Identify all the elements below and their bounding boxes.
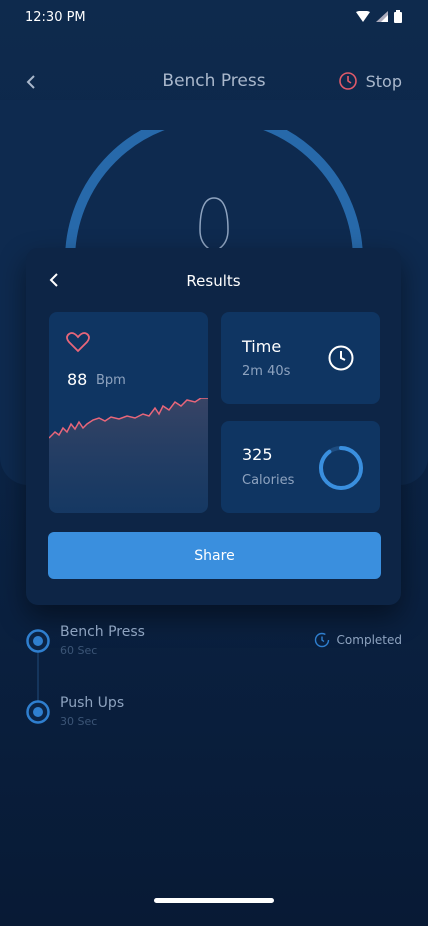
timeline-item-push-ups[interactable]: Push Ups 30 Sec (26, 695, 406, 735)
header: Bench Press Stop (0, 60, 428, 104)
heart-rate-value: 88 (67, 370, 88, 389)
heart-rate-unit: Bpm (96, 373, 126, 388)
calories-ring-progress (319, 446, 363, 490)
heart-rate-chart (49, 398, 208, 513)
status-bar: 12:30 PM (0, 0, 428, 34)
results-modal: Results 88 Bpm Time 2m 40s 325 Calories (26, 248, 401, 605)
timeline-item-duration: 30 Sec (60, 715, 98, 728)
timeline-item-name: Push Ups (60, 695, 125, 711)
timeline-item-duration: 60 Sec (60, 644, 98, 657)
calories-ring (319, 446, 363, 490)
calories-label: Calories (242, 473, 295, 488)
person-icon (199, 197, 229, 255)
completed-clock-icon (314, 632, 329, 648)
timer-icon (338, 72, 357, 90)
status-time: 12:30 PM (25, 10, 86, 25)
completed-label: Completed (336, 633, 402, 647)
timeline-item-name: Bench Press (60, 624, 145, 640)
results-title: Results (186, 272, 241, 290)
home-indicator[interactable] (154, 898, 274, 903)
heart-icon (66, 332, 90, 353)
heart-rate-card: 88 Bpm (49, 312, 208, 513)
time-card: Time 2m 40s (221, 312, 380, 404)
calories-value: 325 (242, 445, 273, 464)
stop-label: Stop (365, 71, 402, 91)
wifi-icon (356, 11, 370, 22)
stop-button[interactable]: Stop (338, 71, 402, 91)
time-label: Time (242, 337, 282, 356)
timeline-dot-icon (26, 629, 50, 653)
calories-card: 325 Calories (221, 421, 380, 513)
battery-icon (394, 10, 402, 23)
timeline-item-bench-press[interactable]: Bench Press 60 Sec Completed (26, 624, 406, 664)
clock-icon (328, 345, 354, 371)
status-icons (356, 10, 402, 23)
timeline-dot-icon (26, 700, 50, 724)
completed-status: Completed (314, 632, 402, 648)
signal-icon (376, 11, 388, 22)
share-button[interactable]: Share (48, 532, 381, 579)
time-value: 2m 40s (242, 364, 291, 379)
